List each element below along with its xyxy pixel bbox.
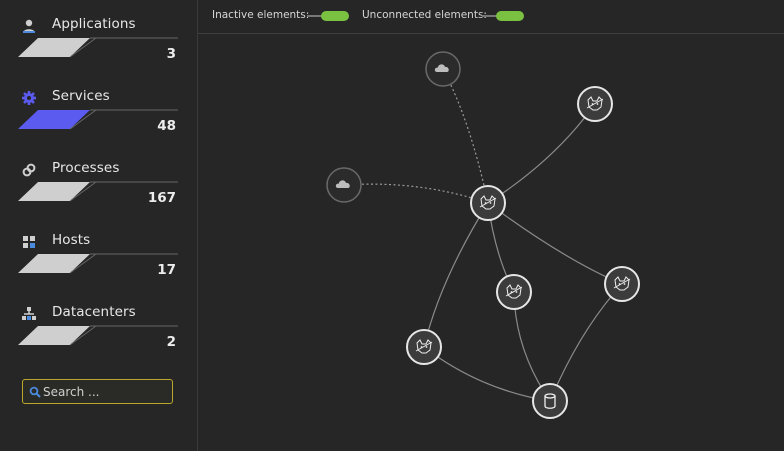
unconnected-elements-toggle[interactable]	[482, 11, 524, 21]
inactive-elements-label: Inactive elements:	[212, 9, 310, 21]
service-flow-graph	[326, 51, 640, 419]
graph-edge	[423, 202, 489, 348]
category-count: 3	[166, 46, 176, 62]
category-label: Processes	[52, 160, 120, 176]
category-services[interactable]: Services 48	[18, 88, 178, 154]
link-icon	[22, 163, 36, 177]
database-node[interactable]	[532, 383, 568, 419]
graph-edge	[423, 346, 551, 402]
cloud-node[interactable]	[425, 51, 461, 87]
graph-edge	[487, 202, 623, 285]
gear-icon	[22, 91, 36, 105]
category-count: 167	[147, 190, 176, 206]
service-node[interactable]	[577, 86, 613, 122]
category-bar	[18, 109, 178, 130]
inactive-elements-toggle[interactable]	[307, 11, 349, 21]
service-node[interactable]	[496, 274, 532, 310]
hierarchy-icon	[22, 307, 36, 320]
grid-icon	[23, 236, 35, 248]
service-node[interactable]	[604, 266, 640, 302]
category-label: Services	[52, 88, 110, 104]
category-datacenters[interactable]: Datacenters 2	[18, 304, 178, 370]
category-bar	[18, 325, 178, 346]
search-input[interactable]	[43, 382, 169, 401]
graph-edge	[487, 103, 596, 204]
search-icon	[29, 386, 41, 398]
category-processes[interactable]: Processes 167	[18, 160, 178, 226]
category-count: 48	[157, 118, 176, 134]
unconnected-elements-label: Unconnected elements:	[362, 9, 487, 21]
cloud-node[interactable]	[326, 167, 362, 203]
sidebar: Applications 3 Services 48 Processes 167…	[0, 0, 198, 451]
category-bar	[18, 37, 178, 58]
category-count: 2	[166, 334, 176, 350]
user-icon	[23, 19, 35, 33]
graph-edge	[549, 283, 623, 402]
search-box	[22, 379, 173, 404]
category-label: Hosts	[52, 232, 91, 248]
service-node[interactable]	[470, 185, 506, 221]
category-label: Datacenters	[52, 304, 136, 320]
category-count: 17	[157, 262, 176, 278]
graph-edge	[442, 68, 489, 204]
category-hosts[interactable]: Hosts 17	[18, 232, 178, 298]
category-applications[interactable]: Applications 3	[18, 16, 178, 82]
category-label: Applications	[52, 16, 136, 32]
filter-bar: Inactive elements: Unconnected elements:	[198, 0, 784, 34]
graph-edge	[343, 183, 489, 204]
service-node[interactable]	[406, 329, 442, 365]
category-bar	[18, 253, 178, 274]
